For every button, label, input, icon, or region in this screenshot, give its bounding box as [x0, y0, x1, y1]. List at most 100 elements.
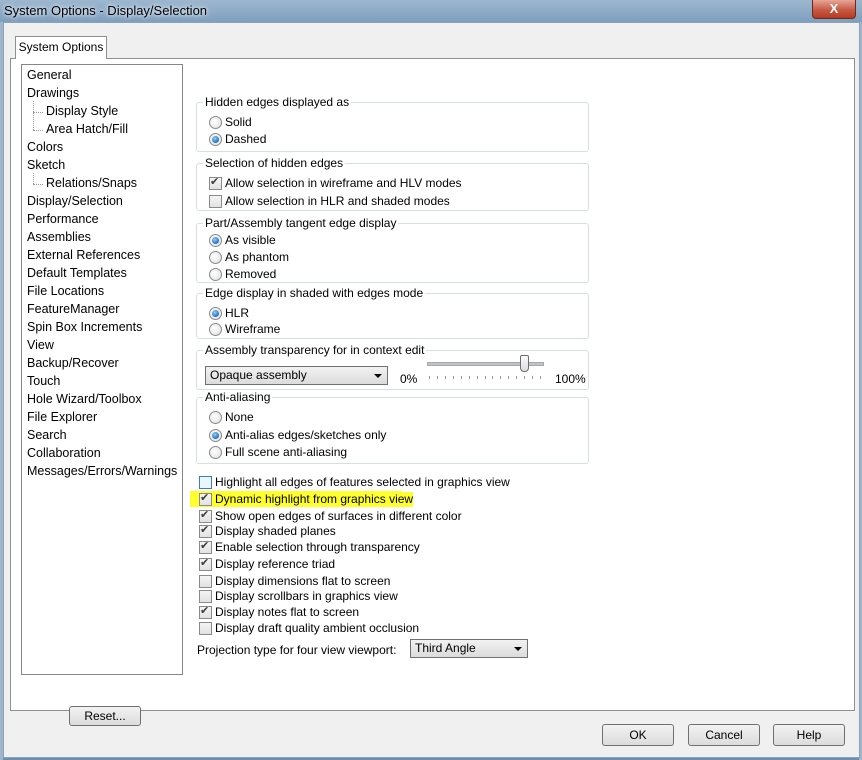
tree-item[interactable]: Spin Box Increments — [27, 319, 142, 337]
check-label: Allow selection in wireframe and HLV mod… — [225, 176, 462, 190]
check-label: Allow selection in HLR and shaded modes — [225, 194, 450, 208]
radio-icon[interactable] — [209, 133, 222, 146]
tree-item[interactable]: Assemblies — [27, 229, 91, 247]
tree-item[interactable]: Collaboration — [27, 445, 101, 463]
window-title: System Options - Display/Selection — [4, 3, 208, 18]
radio-icon[interactable] — [209, 251, 222, 264]
radio-label: Full scene anti-aliasing — [225, 445, 348, 459]
radio-icon[interactable] — [209, 323, 222, 336]
checkbox-icon[interactable] — [199, 539, 212, 554]
slider-tick — [492, 376, 493, 379]
tree-item[interactable]: File Locations — [27, 283, 104, 301]
slider-tick — [485, 376, 486, 379]
slider-tick — [453, 376, 454, 379]
tree-item[interactable]: View — [27, 337, 54, 355]
chevron-down-icon — [514, 647, 522, 651]
group-title: Part/Assembly tangent edge display — [203, 216, 399, 231]
slider-tick — [540, 376, 541, 379]
check-label: Dynamic highlight from graphics view — [215, 492, 414, 507]
radio-label: Dashed — [225, 132, 267, 146]
close-button[interactable]: X — [812, 0, 856, 19]
projection-dropdown[interactable]: Third Angle — [410, 639, 528, 658]
checkbox-icon[interactable] — [199, 556, 212, 571]
slider-max-label: 100% — [555, 372, 586, 386]
check-label: Display dimensions flat to screen — [215, 574, 391, 588]
slider-tick — [508, 376, 509, 379]
radio-label: Solid — [225, 115, 252, 129]
slider-tick — [516, 376, 517, 379]
checkbox-icon[interactable] — [199, 590, 212, 603]
checkbox-icon[interactable] — [199, 622, 212, 635]
tree-item[interactable]: Area Hatch/Fill — [46, 121, 128, 139]
tree-connector — [33, 184, 43, 185]
slider-tick — [477, 376, 478, 379]
tree-item[interactable]: Colors — [27, 139, 63, 157]
checkbox-icon[interactable] — [199, 523, 212, 538]
anti-aliasing-group: Anti-aliasing None Anti-alias edges/sket… — [196, 390, 589, 464]
tree-connector — [33, 130, 43, 131]
tree-item[interactable]: General — [27, 67, 71, 85]
tree-connector — [33, 101, 34, 130]
checkbox-icon[interactable] — [209, 195, 222, 208]
radio-icon[interactable] — [209, 307, 222, 320]
title-bar: System Options - Display/Selection X — [0, 0, 862, 23]
radio-label: As visible — [225, 233, 276, 247]
chevron-down-icon — [374, 374, 382, 378]
checkbox-icon[interactable] — [199, 491, 212, 506]
tree-item[interactable]: Performance — [27, 211, 99, 229]
slider-tick — [445, 376, 446, 379]
checkbox-icon[interactable] — [199, 604, 212, 619]
tree-item[interactable]: File Explorer — [27, 409, 97, 427]
group-title: Assembly transparency for in context edi… — [203, 343, 427, 358]
tree-item[interactable]: Backup/Recover — [27, 355, 119, 373]
check-label: Enable selection through transparency — [215, 540, 420, 554]
tree-item[interactable]: Default Templates — [27, 265, 127, 283]
tree-item[interactable]: Touch — [27, 373, 60, 391]
tree-item[interactable]: Drawings — [27, 85, 79, 103]
options-tree[interactable]: General Drawings Display Style Area Hatch/F… — [21, 64, 183, 675]
slider-tick — [469, 376, 470, 379]
edge-display-shaded-group: Edge display in shaded with edges mode H… — [196, 286, 589, 339]
radio-icon[interactable] — [209, 411, 222, 424]
tangent-edge-group: Part/Assembly tangent edge display As vi… — [196, 216, 589, 283]
group-title: Selection of hidden edges — [203, 156, 346, 171]
check-label: Display draft quality ambient occlusion — [215, 621, 420, 635]
slider-tick — [524, 376, 525, 379]
check-label: Show open edges of surfaces in different… — [215, 509, 462, 523]
tree-item[interactable]: Messages/Errors/Warnings — [27, 463, 177, 481]
slider-thumb[interactable] — [520, 355, 529, 372]
ok-button[interactable]: OK — [602, 724, 674, 746]
slider-tick — [500, 376, 501, 379]
radio-icon[interactable] — [209, 268, 222, 281]
radio-label: Removed — [225, 267, 277, 281]
tree-item[interactable]: FeatureManager — [27, 301, 119, 319]
checkbox-icon[interactable] — [209, 175, 222, 190]
group-title: Hidden edges displayed as — [203, 95, 352, 110]
dropdown-value: Opaque assembly — [210, 368, 307, 382]
radio-icon[interactable] — [209, 446, 222, 459]
tree-item[interactable]: Display/Selection — [27, 193, 123, 211]
checkbox-icon[interactable] — [199, 476, 212, 489]
tree-connector — [33, 173, 34, 184]
radio-icon[interactable] — [209, 234, 222, 247]
tab-system-options[interactable]: System Options — [15, 36, 107, 59]
tree-item[interactable]: Hole Wizard/Toolbox — [27, 391, 142, 409]
checkbox-icon[interactable] — [199, 575, 212, 588]
checkbox-icon[interactable] — [199, 508, 212, 523]
slider-tick — [429, 376, 430, 379]
transparency-dropdown[interactable]: Opaque assembly — [205, 366, 388, 385]
radio-label: As phantom — [225, 250, 290, 264]
radio-icon[interactable] — [209, 116, 222, 129]
tree-item[interactable]: Relations/Snaps — [46, 175, 137, 193]
tree-item[interactable]: Display Style — [46, 103, 118, 121]
tab-panel: General Drawings Display Style Area Hatch/F… — [10, 58, 855, 726]
selection-hidden-edges-group: Selection of hidden edges Allow selectio… — [196, 156, 589, 211]
tree-item[interactable]: Search — [27, 427, 67, 445]
tree-item[interactable]: External References — [27, 247, 140, 265]
dropdown-value: Third Angle — [415, 641, 476, 655]
radio-icon[interactable] — [209, 429, 222, 442]
reset-button[interactable]: Reset... — [69, 706, 141, 726]
help-button[interactable]: Help — [773, 724, 845, 746]
hidden-edges-group: Hidden edges displayed as Solid Dashed — [196, 95, 589, 152]
cancel-button[interactable]: Cancel — [688, 724, 760, 746]
